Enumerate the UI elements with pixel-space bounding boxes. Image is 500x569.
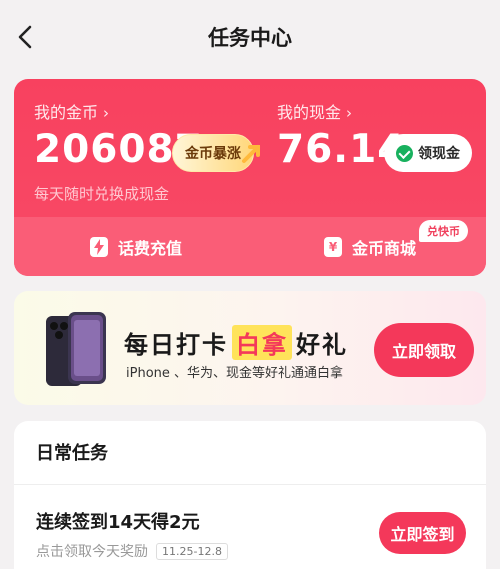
- task-title: 连续签到14天得2元: [36, 512, 200, 533]
- coin-mall-button[interactable]: ¥ 金币商城: [324, 235, 416, 259]
- wallet-balances: 我的金币 › 206087 金币暴涨 我的现金 › 76.14 领现金 每天随时兑换…: [14, 79, 486, 217]
- smartphone-icon: [46, 312, 106, 386]
- claim-now-button[interactable]: 立即领取: [374, 323, 474, 377]
- chevron-right-icon: ›: [103, 104, 110, 122]
- my-coins-label: 我的金币: [34, 103, 99, 122]
- checkin-now-button[interactable]: 立即签到: [379, 512, 466, 554]
- chevron-right-icon: ›: [346, 104, 353, 122]
- claim-cash-button[interactable]: 领现金: [384, 134, 472, 172]
- my-coins-link[interactable]: 我的金币 ›: [34, 99, 109, 123]
- phone-topup-label: 话费充值: [118, 239, 183, 258]
- banner-title-part1: 每日打卡: [124, 331, 228, 359]
- page-title: 任务中心: [208, 26, 292, 50]
- coin-surge-button[interactable]: 金币暴涨: [172, 134, 260, 172]
- my-cash-label: 我的现金: [277, 103, 342, 122]
- date-range-tag: 11.25-12.8: [156, 542, 228, 560]
- yen-icon: ¥: [324, 237, 342, 257]
- top-bar: 任务中心: [0, 0, 500, 76]
- claim-cash-label: 领现金: [418, 146, 460, 162]
- fast-redeem-badge: 兑快币: [419, 220, 468, 242]
- coin-surge-label: 金币暴涨: [185, 146, 241, 162]
- checkin-banner[interactable]: 每日打卡 白拿 好礼 iPhone 、华为、现金等好礼通通白拿 立即领取: [14, 291, 486, 405]
- arrow-up-icon: [242, 145, 260, 163]
- phone-topup-button[interactable]: 话费充值: [90, 235, 182, 259]
- check-icon: [396, 144, 413, 162]
- divider: [14, 484, 486, 485]
- task-description: 点击领取今天奖励 11.25-12.8: [36, 541, 228, 561]
- banner-title: 每日打卡 白拿 好礼: [124, 325, 348, 360]
- section-title: 日常任务: [36, 443, 108, 464]
- my-cash-link[interactable]: 我的现金 ›: [277, 99, 352, 123]
- wallet-card: 我的金币 › 206087 金币暴涨 我的现金 › 76.14 领现金 每天随时兑换…: [14, 79, 486, 276]
- wallet-actions: 话费充值 ¥ 金币商城: [14, 217, 486, 276]
- banner-subtitle: iPhone 、华为、现金等好礼通通白拿: [126, 366, 344, 381]
- banner-title-part2: 好礼: [296, 331, 348, 359]
- banner-title-highlight: 白拿: [232, 325, 292, 360]
- coin-mall-label: 金币商城: [352, 239, 417, 258]
- lightning-icon: [90, 237, 108, 257]
- wallet-subtitle: 每天随时兑换成现金: [34, 185, 170, 203]
- daily-tasks-card: 日常任务 连续签到14天得2元 点击领取今天奖励 11.25-12.8 立即签到: [14, 421, 486, 569]
- task-desc-text: 点击领取今天奖励: [36, 544, 148, 560]
